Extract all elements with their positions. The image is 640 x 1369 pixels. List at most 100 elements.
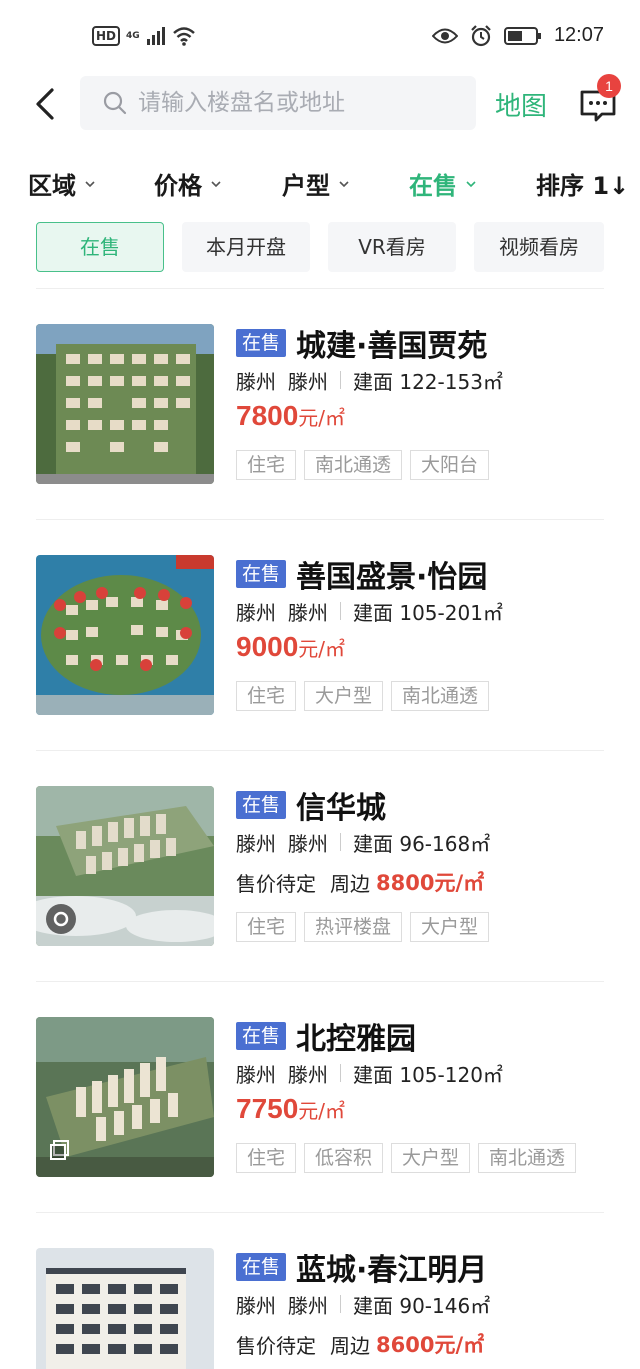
filter-label: 价格 bbox=[154, 172, 202, 200]
chevron-down-icon bbox=[211, 180, 221, 187]
on-sale-badge: 在售 bbox=[236, 1253, 287, 1281]
filter-label: 区域 bbox=[28, 172, 76, 200]
listing-city: 滕州 bbox=[236, 600, 276, 625]
listing-tag: 住宅 bbox=[236, 1143, 297, 1173]
vr-icon[interactable] bbox=[46, 904, 76, 934]
eye-icon bbox=[431, 28, 458, 43]
hd-indicator: HD bbox=[92, 26, 121, 46]
listing-area: 建面 105-201㎡ bbox=[353, 600, 503, 625]
price-pending: 售价待定 bbox=[236, 871, 316, 896]
chip-on-sale[interactable]: 在售 bbox=[36, 222, 164, 272]
separator bbox=[340, 833, 341, 851]
listing-image bbox=[36, 555, 214, 715]
battery-icon bbox=[503, 26, 541, 45]
on-sale-badge: 在售 bbox=[236, 1022, 287, 1050]
listing-card[interactable]: 在售 蓝城·春江明月 滕州 滕州 建面 90-146㎡ 售价待定 周边 8600… bbox=[0, 1248, 640, 1369]
divider bbox=[36, 1212, 604, 1213]
network-type: 4G bbox=[126, 31, 140, 41]
separator bbox=[340, 371, 341, 389]
listing-district: 滕州 bbox=[288, 600, 328, 625]
filter-status[interactable]: 在售 bbox=[409, 166, 477, 201]
clock: 12:07 bbox=[553, 24, 604, 46]
search-box[interactable] bbox=[80, 76, 476, 130]
listing-tag: 低容积 bbox=[304, 1143, 384, 1173]
chevron-down-icon bbox=[466, 180, 476, 187]
nearby-label: 周边 bbox=[330, 1333, 370, 1358]
map-link[interactable]: 地图 bbox=[495, 86, 547, 123]
divider bbox=[36, 288, 604, 289]
status-bar: HD 4G 12:07 bbox=[0, 0, 640, 72]
listing-city: 滕州 bbox=[236, 1062, 276, 1087]
listing-tag: 大户型 bbox=[304, 681, 384, 711]
listing-city: 滕州 bbox=[236, 831, 276, 856]
listing-area: 建面 90-146㎡ bbox=[353, 1293, 491, 1318]
separator bbox=[340, 1064, 341, 1082]
listing-name: 善国盛景·怡园 bbox=[296, 560, 488, 595]
divider bbox=[36, 519, 604, 520]
listing-tag: 大阳台 bbox=[410, 450, 490, 480]
filter-region[interactable]: 区域 bbox=[28, 166, 96, 201]
on-sale-badge: 在售 bbox=[236, 329, 287, 357]
gallery-icon[interactable] bbox=[46, 1135, 76, 1165]
divider bbox=[36, 981, 604, 982]
filter-layout[interactable]: 户型 bbox=[282, 166, 350, 201]
listing-area: 建面 105-120㎡ bbox=[353, 1062, 503, 1087]
listing-image bbox=[36, 1248, 214, 1369]
separator bbox=[340, 602, 341, 620]
listing-name: 蓝城·春江明月 bbox=[296, 1253, 488, 1288]
listing-price: 7800 bbox=[236, 400, 299, 431]
nearby-price: 8600元/㎡ bbox=[376, 1333, 485, 1357]
listing-city: 滕州 bbox=[236, 1293, 276, 1318]
signal-icon bbox=[146, 27, 165, 45]
price-unit: 元/㎡ bbox=[298, 1099, 346, 1123]
chip-video-tour[interactable]: 视频看房 bbox=[474, 222, 604, 272]
search-input[interactable] bbox=[138, 90, 458, 116]
listing-district: 滕州 bbox=[288, 369, 328, 394]
separator bbox=[340, 1295, 341, 1313]
price-pending: 售价待定 bbox=[236, 1333, 316, 1358]
filter-sort[interactable]: 排序 1↓ bbox=[536, 166, 629, 201]
listing-tag: 大户型 bbox=[391, 1143, 471, 1173]
filter-price[interactable]: 价格 bbox=[154, 166, 222, 201]
top-bar: 地图 bbox=[0, 72, 640, 136]
listing-district: 滕州 bbox=[288, 1293, 328, 1318]
filter-label: 排序 1↓ bbox=[536, 172, 630, 200]
listing-district: 滕州 bbox=[288, 1062, 328, 1087]
message-badge: 1 bbox=[597, 74, 621, 98]
chip-vr-tour[interactable]: VR看房 bbox=[328, 222, 456, 272]
filter-bar: 区域 价格 户型 在售 排序 1↓ bbox=[0, 160, 640, 210]
alarm-icon bbox=[471, 24, 491, 46]
listing-image bbox=[36, 1017, 214, 1177]
listing-area: 建面 122-153㎡ bbox=[353, 369, 503, 394]
listing-price: 7750 bbox=[236, 1093, 299, 1124]
listing-name: 北控雅园 bbox=[296, 1022, 417, 1057]
listing-tag: 南北通透 bbox=[478, 1143, 577, 1173]
on-sale-badge: 在售 bbox=[236, 560, 287, 588]
listing-price: 9000 bbox=[236, 631, 299, 662]
listing-image bbox=[36, 786, 214, 946]
nearby-price: 8800元/㎡ bbox=[376, 871, 485, 895]
back-arrow-icon[interactable] bbox=[26, 84, 66, 124]
quick-filter-chips: 在售 本月开盘 VR看房 视频看房 bbox=[0, 222, 640, 272]
listing-city: 滕州 bbox=[236, 369, 276, 394]
listing-district: 滕州 bbox=[288, 831, 328, 856]
listing-tag: 南北通透 bbox=[304, 450, 403, 480]
on-sale-badge: 在售 bbox=[236, 791, 287, 819]
divider bbox=[36, 750, 604, 751]
listing-tag: 住宅 bbox=[236, 681, 297, 711]
search-icon bbox=[103, 91, 127, 115]
filter-label: 户型 bbox=[282, 172, 330, 200]
price-unit: 元/㎡ bbox=[298, 406, 346, 430]
filter-label: 在售 bbox=[409, 172, 457, 200]
price-unit: 元/㎡ bbox=[298, 637, 346, 661]
listing-tag: 住宅 bbox=[236, 450, 297, 480]
listing-name: 城建·善国贾苑 bbox=[296, 329, 488, 364]
listing-name: 信华城 bbox=[296, 791, 387, 826]
chip-this-month[interactable]: 本月开盘 bbox=[182, 222, 310, 272]
listing-tag: 热评楼盘 bbox=[304, 912, 403, 942]
nearby-label: 周边 bbox=[330, 871, 370, 896]
chevron-down-icon bbox=[85, 180, 95, 187]
listing-tag: 大户型 bbox=[410, 912, 490, 942]
chevron-down-icon bbox=[339, 180, 349, 187]
wifi-icon bbox=[172, 27, 195, 46]
